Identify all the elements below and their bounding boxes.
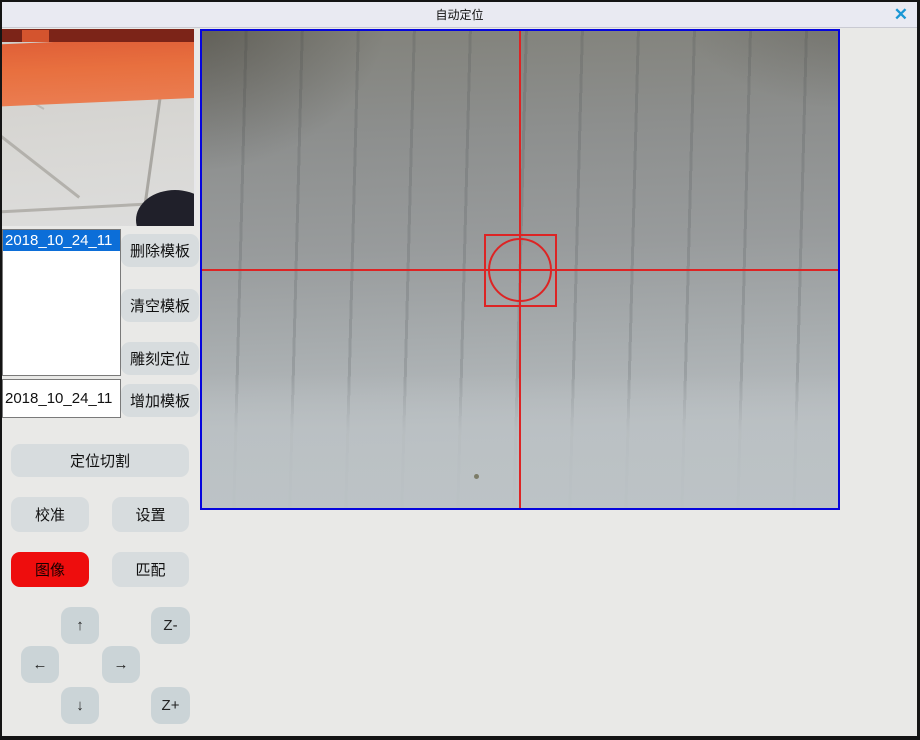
template-list-item[interactable]: 2018_10_24_11: [3, 230, 120, 251]
clear-template-button[interactable]: 清空模板: [121, 289, 199, 322]
match-button[interactable]: 匹配: [112, 552, 189, 587]
jog-up-button[interactable]: ↑: [61, 607, 99, 644]
delete-template-button[interactable]: 删除模板: [121, 234, 199, 267]
target-circle: [488, 238, 552, 302]
template-preview-image: [2, 29, 196, 226]
jog-right-button[interactable]: →: [102, 646, 140, 683]
image-button-active[interactable]: 图像: [11, 552, 89, 587]
close-icon[interactable]: ✕: [894, 4, 908, 26]
jog-down-button[interactable]: ↓: [61, 687, 99, 724]
jog-z-plus-button[interactable]: Z+: [151, 687, 190, 724]
preview-orange-beam: [2, 35, 196, 106]
template-list[interactable]: 2018_10_24_11: [2, 229, 121, 376]
titlebar: 自动定位 ✕: [2, 2, 917, 28]
preview-top-strip-highlight: [22, 30, 49, 42]
camera-view: [200, 29, 840, 510]
engrave-position-button[interactable]: 雕刻定位: [121, 342, 199, 375]
jog-left-button[interactable]: ←: [21, 646, 59, 683]
calibrate-button[interactable]: 校准: [11, 497, 89, 532]
template-name-input[interactable]: 2018_10_24_11: [2, 379, 121, 418]
auto-position-dialog: 自动定位 ✕ 2018_10_24_11 2018_10_24_11 删除模板 …: [0, 0, 920, 740]
dialog-title: 自动定位: [435, 6, 483, 23]
settings-button[interactable]: 设置: [112, 497, 189, 532]
position-cut-button[interactable]: 定位切割: [11, 444, 189, 477]
add-template-button[interactable]: 增加模板: [121, 384, 199, 417]
camera-speck: [474, 474, 479, 479]
jog-z-minus-button[interactable]: Z-: [151, 607, 190, 644]
